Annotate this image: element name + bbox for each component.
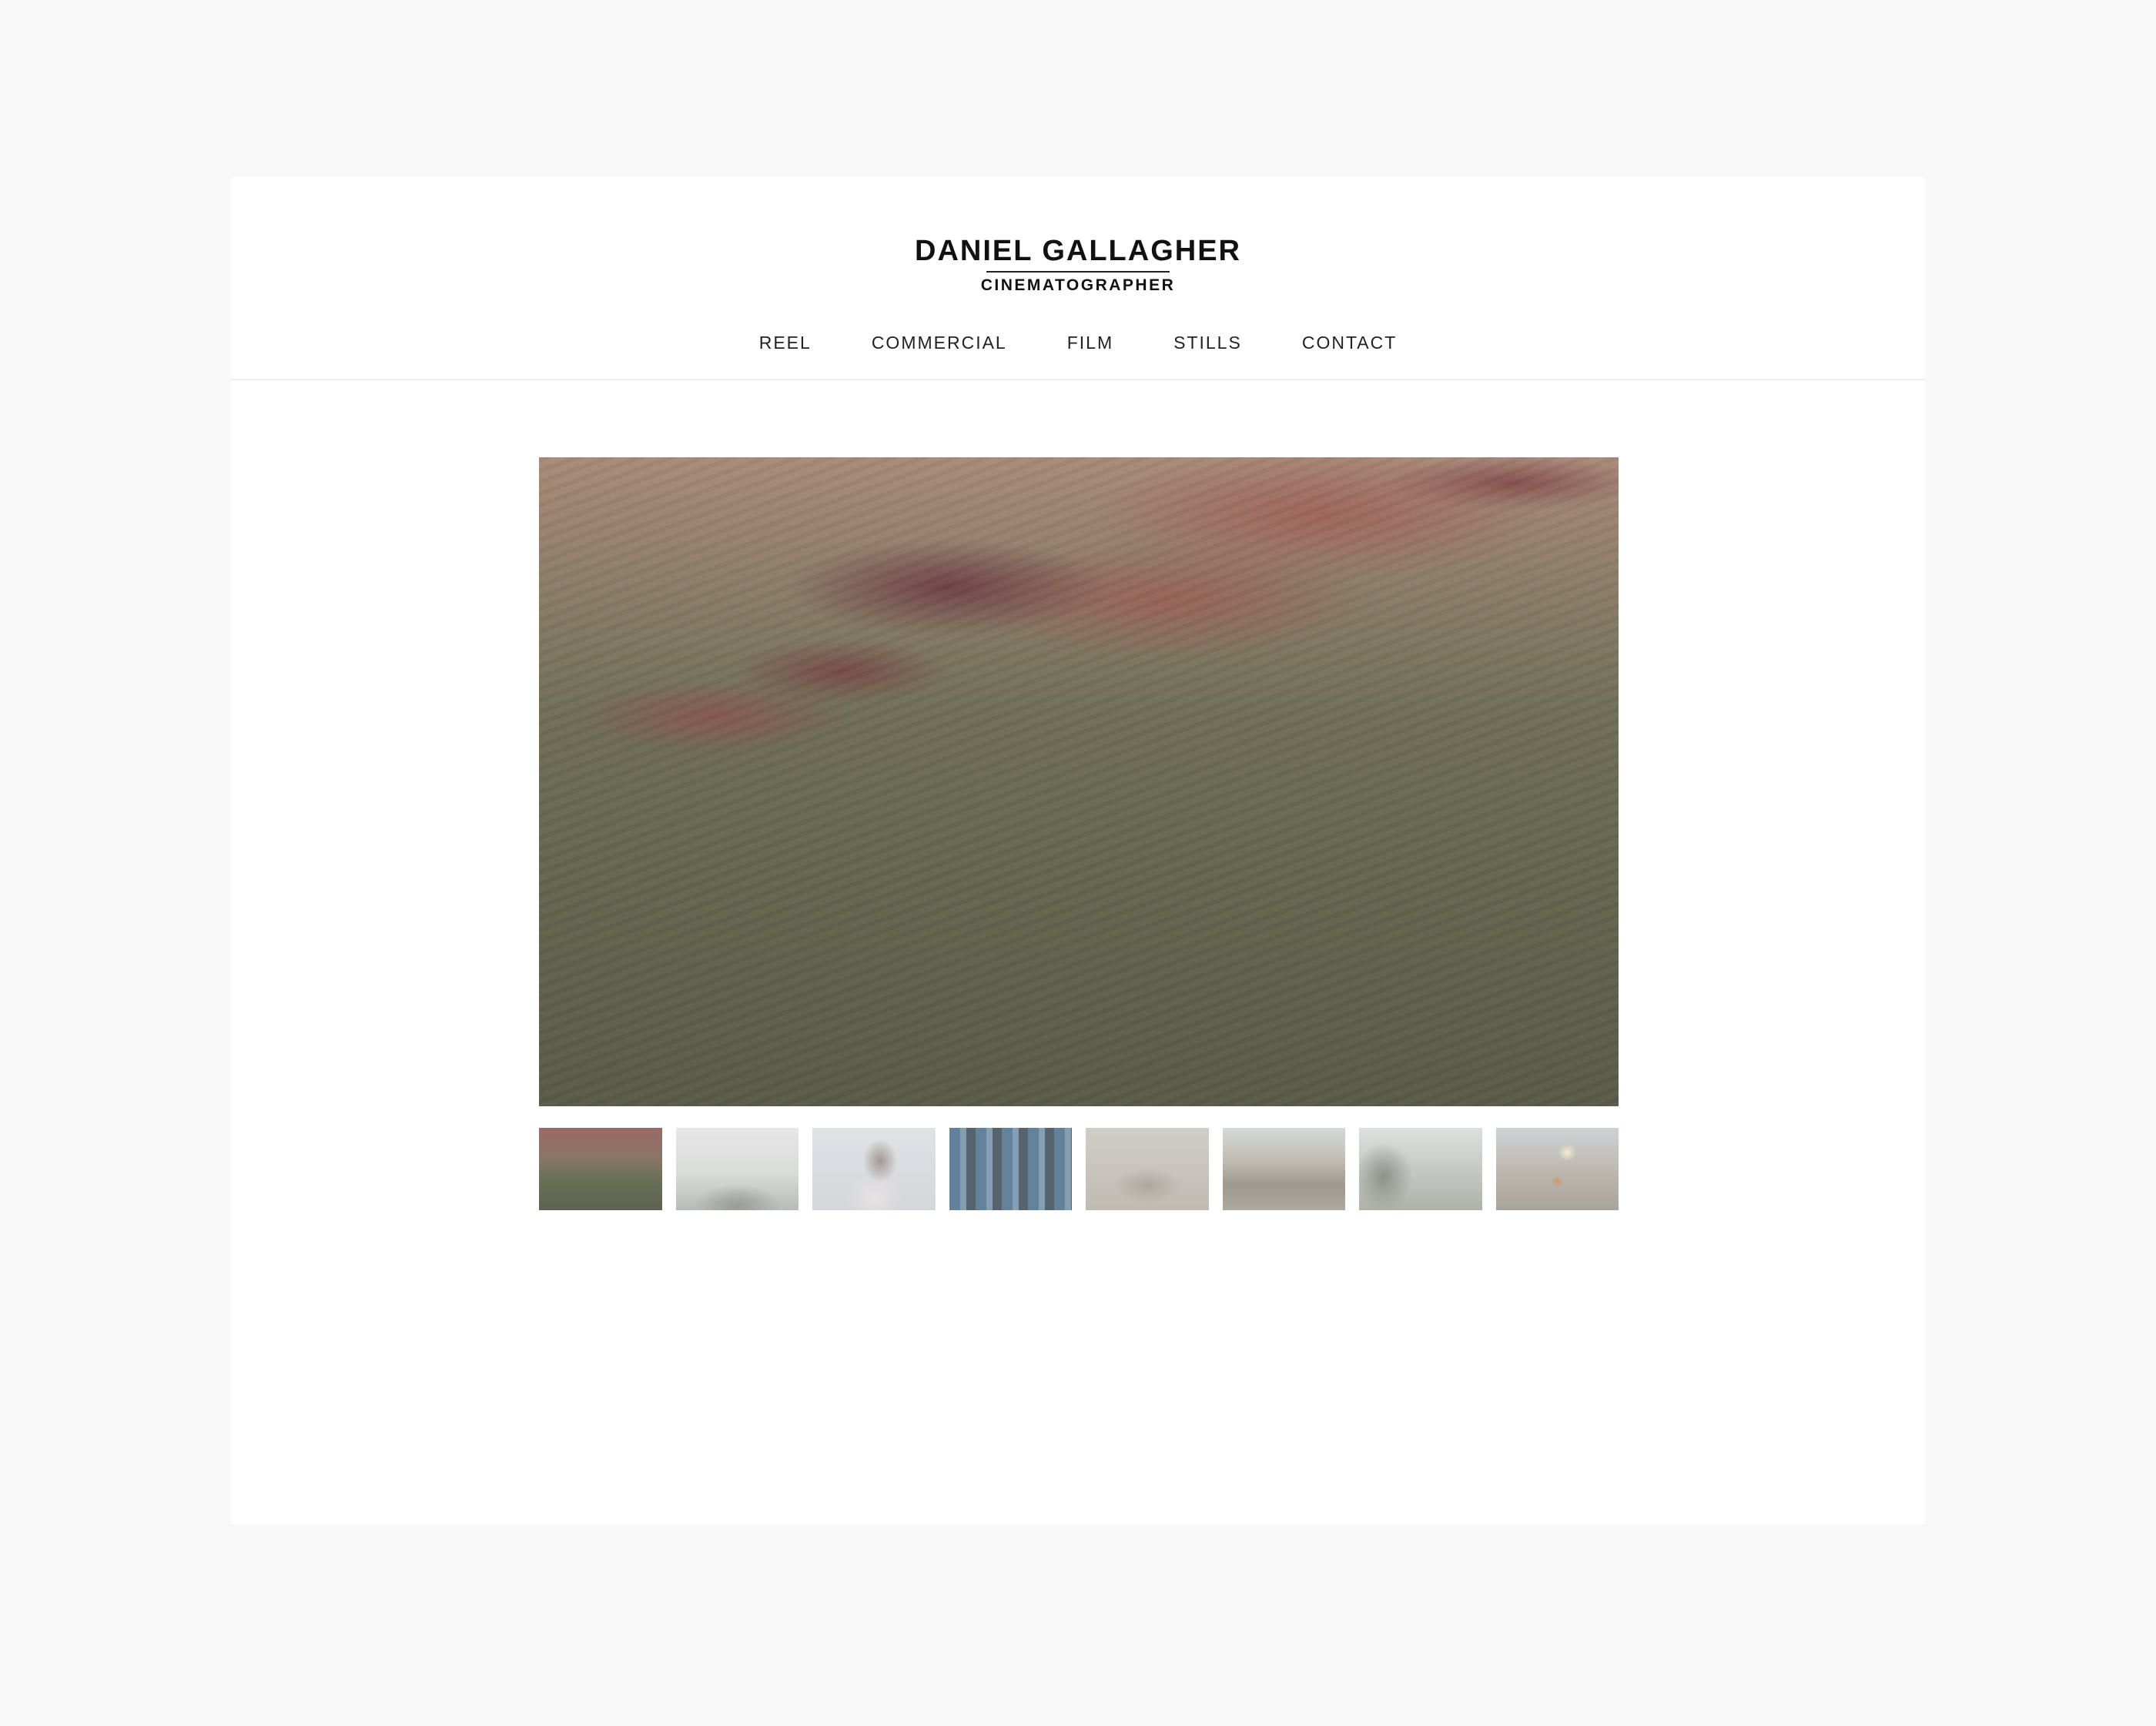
thumbnail-6[interactable] — [1222, 1128, 1345, 1210]
thumbnail-1[interactable] — [539, 1128, 662, 1210]
thumbnail-3[interactable] — [812, 1128, 936, 1210]
thumbnail-7[interactable] — [1359, 1128, 1482, 1210]
nav-item-stills[interactable]: STILLS — [1173, 333, 1242, 353]
site-logo[interactable]: DANIEL GALLAGHER CINEMATOGRAPHER — [231, 234, 1925, 296]
nav-item-contact[interactable]: CONTACT — [1302, 333, 1397, 353]
thumbnail-5[interactable] — [1086, 1128, 1209, 1210]
thumbnail-8[interactable] — [1495, 1128, 1619, 1210]
nav-item-reel[interactable]: REEL — [759, 333, 812, 353]
main-gallery-image[interactable] — [539, 457, 1619, 1106]
logo-divider — [986, 271, 1170, 273]
thumbnail-strip — [539, 1128, 1619, 1210]
logo-name: DANIEL GALLAGHER — [915, 235, 1241, 267]
page-card: DANIEL GALLAGHER CINEMATOGRAPHER REEL CO… — [231, 177, 1925, 1524]
logo-subtitle: CINEMATOGRAPHER — [980, 276, 1176, 294]
thumbnail-2[interactable] — [675, 1128, 798, 1210]
nav-item-commercial[interactable]: COMMERCIAL — [872, 333, 1007, 353]
nav-item-film[interactable]: FILM — [1067, 333, 1113, 353]
thumbnail-4[interactable] — [949, 1128, 1072, 1210]
main-nav: REEL COMMERCIAL FILM STILLS CONTACT — [231, 333, 1925, 353]
site-header: DANIEL GALLAGHER CINEMATOGRAPHER REEL CO… — [231, 177, 1925, 380]
